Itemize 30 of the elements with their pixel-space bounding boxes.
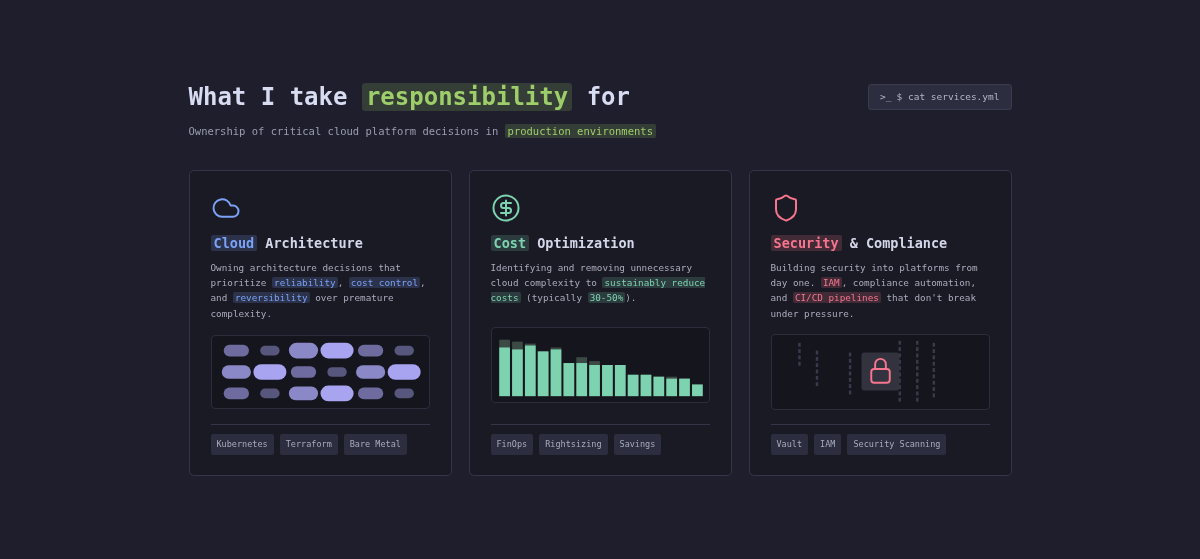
bar	[498, 339, 510, 396]
bar	[601, 364, 613, 396]
bar	[524, 343, 536, 396]
bar	[588, 360, 600, 396]
tag: Kubernetes	[210, 434, 274, 455]
section-heading: What I take responsibility for	[188, 82, 631, 113]
tag: Security Scanning	[847, 434, 947, 455]
dollar-icon	[490, 192, 521, 223]
bar	[550, 347, 561, 396]
card-description: Building security into platforms from day one. IAM , compliance automation, and CI/CD pipelines that don't break under pressure.	[770, 260, 979, 321]
card-description: Owning architecture decisions that prioritize reliability , cost control , and reversibility over premature complexity.	[210, 260, 427, 321]
tag: FinOps	[490, 434, 534, 455]
command-button[interactable]: >_ $ cat services.yml	[868, 84, 1012, 110]
tag: Savings	[613, 434, 662, 455]
bar	[563, 362, 574, 396]
card-title: Cloud Architecture	[210, 232, 430, 253]
tag: Bare Metal	[343, 434, 407, 455]
bar	[640, 374, 651, 396]
bar	[575, 357, 587, 396]
tag: Vault	[770, 434, 809, 455]
bar	[652, 376, 664, 396]
card-title: Cost Optimization	[490, 232, 710, 253]
tag: IAM	[814, 434, 842, 455]
tag: Terraform	[279, 434, 338, 455]
tag: Rightsizing	[539, 434, 608, 455]
card-title: Security & Compliance	[770, 232, 990, 253]
bar	[511, 341, 523, 396]
bar	[537, 351, 548, 396]
bar	[665, 376, 677, 396]
section-subtitle: Ownership of critical cloud platform decisions in production environments	[188, 124, 656, 140]
